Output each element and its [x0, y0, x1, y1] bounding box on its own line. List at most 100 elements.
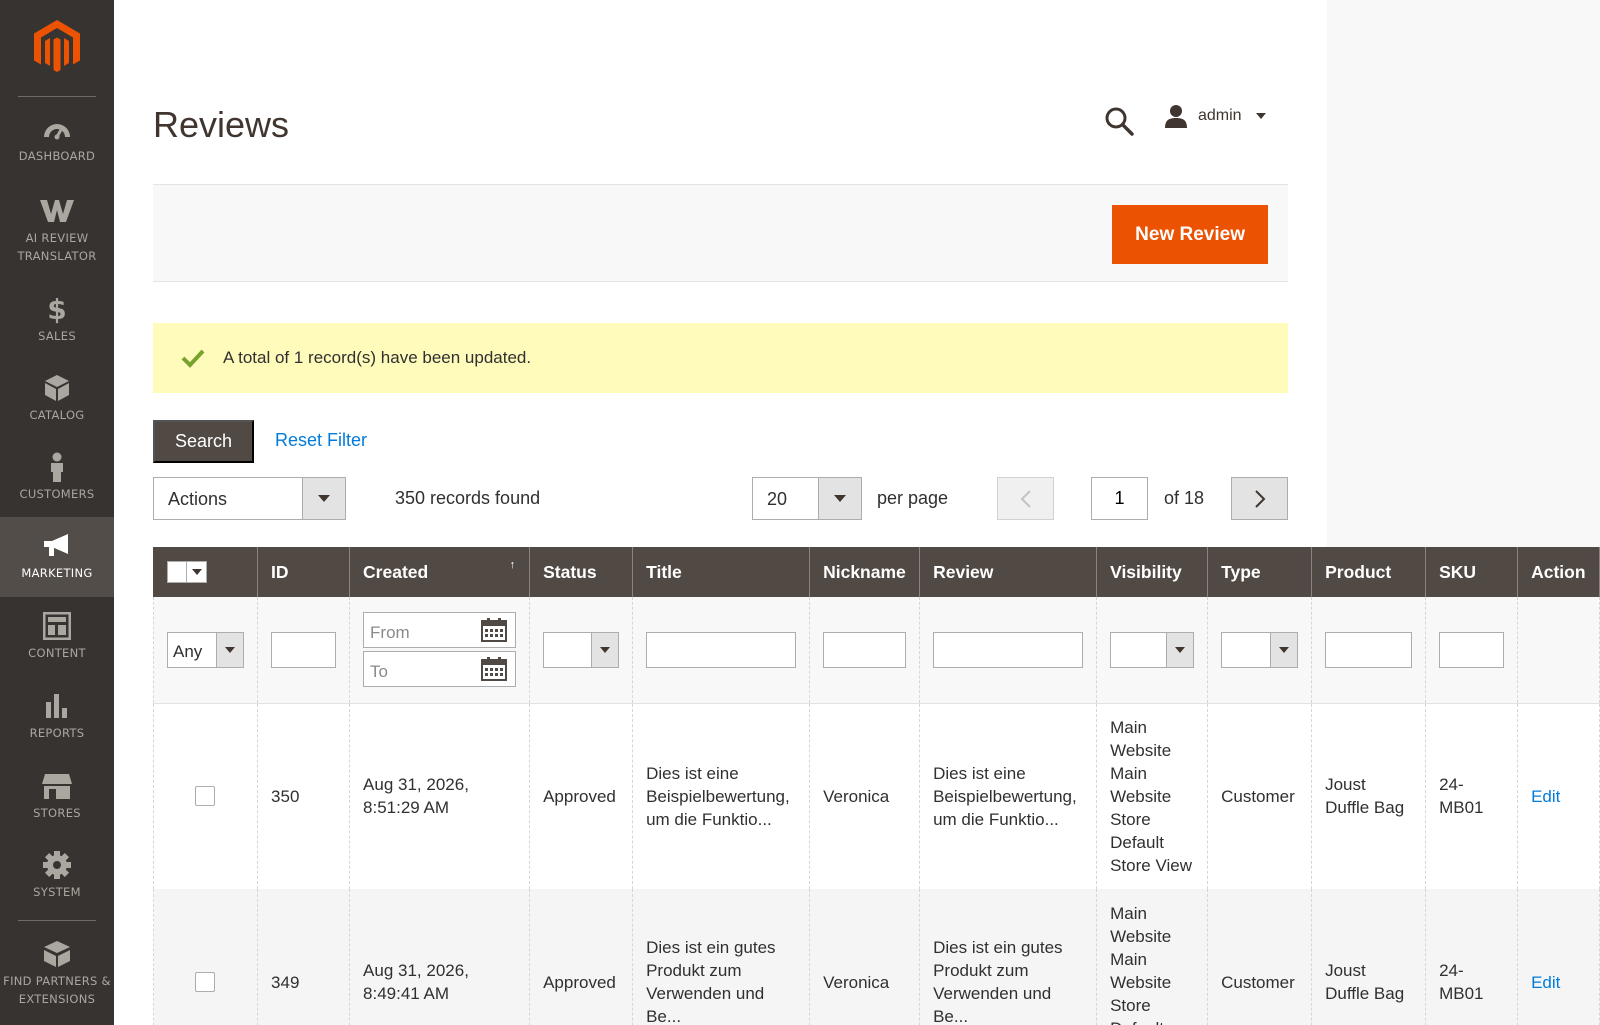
id-filter-input[interactable] [271, 631, 337, 668]
user-icon [1165, 105, 1187, 128]
nav-divider [18, 920, 96, 921]
cell-created: Aug 31, 2026, 8:51:29 AM [349, 703, 531, 889]
calendar-icon[interactable] [481, 618, 508, 643]
nav-marketing[interactable]: MARKETING [0, 517, 114, 597]
type-filter-select[interactable] [1221, 631, 1299, 668]
status-filter-select[interactable] [543, 631, 620, 668]
title-filter-input[interactable] [646, 631, 797, 668]
cell-visibility: Main Website Main Website Store Default … [1096, 703, 1209, 889]
calendar-icon[interactable] [481, 657, 508, 682]
product-filter-input[interactable] [1325, 631, 1413, 668]
layout-icon [43, 612, 71, 640]
chevron-down-icon [818, 478, 861, 519]
page-title: Reviews [153, 104, 290, 145]
cell-type: Customer [1207, 889, 1313, 1025]
nav-content[interactable]: CONTENT [0, 597, 114, 677]
column-header-visibility[interactable]: Visibility [1096, 547, 1209, 597]
review-filter-input[interactable] [933, 631, 1084, 668]
chevron-down-icon [216, 632, 243, 667]
sort-arrow-icon: ↑ [509, 559, 516, 571]
nickname-filter-input[interactable] [823, 631, 907, 668]
current-page-input[interactable] [1091, 477, 1148, 520]
cell-title: Dies ist ein gutes Produkt zum Verwenden… [632, 889, 811, 1025]
cell-visibility: Main Website Main Website Store Default … [1096, 889, 1209, 1025]
edit-link[interactable]: Edit [1517, 889, 1600, 1025]
chevron-down-icon [1270, 632, 1298, 667]
column-header-id[interactable]: ID [257, 547, 351, 597]
cell-title: Dies ist eine Beispielbewertung, um die … [632, 703, 811, 889]
nav-reports[interactable]: REPORTS [0, 677, 114, 757]
chevron-down-icon [302, 478, 345, 519]
chevron-down-icon [1166, 632, 1194, 667]
previous-page-button[interactable] [997, 477, 1054, 520]
megaphone-icon [42, 532, 72, 560]
reviews-grid: ID Created ↑ Status Title Nickname Review… [152, 547, 1600, 1025]
new-review-button[interactable]: New Review [1112, 205, 1268, 264]
nav-customers[interactable]: CUSTOMERS [0, 438, 114, 518]
mass-filter-value: Any [173, 641, 203, 661]
dollar-icon: $ [47, 292, 67, 326]
column-header-created[interactable]: Created ↑ [349, 547, 531, 597]
total-pages: of 18 [1164, 488, 1205, 508]
row-checkbox[interactable] [195, 972, 215, 992]
column-header-created-label: Created [363, 561, 429, 582]
created-from-input[interactable]: From [363, 612, 517, 649]
mass-actions-value: Actions [168, 489, 228, 509]
dashboard-icon [42, 115, 72, 143]
gear-icon [42, 851, 72, 879]
per-page-select[interactable]: 20 [752, 477, 862, 520]
checkmark-icon [181, 349, 205, 368]
edit-link[interactable]: Edit [1517, 703, 1600, 889]
grid-filter-row: Any From To [152, 597, 1600, 704]
cell-id: 350 [257, 703, 351, 889]
nav-ai-review-translator[interactable]: AI REVIEW TRANSLATOR [0, 187, 114, 275]
column-header-nickname[interactable]: Nickname [809, 547, 921, 597]
translator-w-icon [40, 197, 74, 225]
search-icon[interactable] [1104, 106, 1134, 136]
magento-logo[interactable] [0, 20, 114, 78]
reset-filter-link[interactable]: Reset Filter [275, 430, 367, 451]
table-row[interactable]: 349 Aug 31, 2026, 8:49:41 AM Approved Di… [152, 889, 1600, 1025]
grid-header-row: ID Created ↑ Status Title Nickname Review… [152, 547, 1600, 597]
column-header-review[interactable]: Review [919, 547, 1098, 597]
nav-sales[interactable]: $ SALES [0, 280, 114, 360]
nav-stores[interactable]: STORES [0, 757, 114, 837]
mass-select-dropdown[interactable] [167, 561, 207, 583]
mass-filter-select[interactable]: Any [167, 631, 244, 668]
mass-select-header [152, 547, 259, 597]
cell-sku: 24-MB01 [1425, 889, 1519, 1025]
column-header-status[interactable]: Status [529, 547, 634, 597]
column-header-sku[interactable]: SKU [1425, 547, 1519, 597]
cell-review: Dies ist ein gutes Produkt zum Verwenden… [919, 889, 1098, 1025]
column-header-type[interactable]: Type [1207, 547, 1313, 597]
column-header-product[interactable]: Product [1311, 547, 1427, 597]
mass-actions-select[interactable]: Actions [153, 477, 346, 520]
records-found-count: 350 records found [395, 488, 541, 508]
bar-chart-icon [44, 692, 70, 720]
admin-user-menu[interactable]: admin [1164, 104, 1266, 128]
page-actions-bar: New Review [153, 184, 1288, 282]
cell-created: Aug 31, 2026, 8:49:41 AM [349, 889, 531, 1025]
cell-type: Customer [1207, 703, 1313, 889]
blocks-icon [42, 940, 72, 968]
success-message: A total of 1 record(s) have been updated… [153, 323, 1288, 393]
created-to-input[interactable]: To [363, 651, 517, 688]
sku-filter-input[interactable] [1439, 631, 1505, 668]
nav-catalog[interactable]: CATALOG [0, 359, 114, 439]
search-button[interactable]: Search [153, 420, 255, 463]
table-row[interactable]: 350 Aug 31, 2026, 8:51:29 AM Approved Di… [152, 703, 1600, 889]
created-from-placeholder: From [370, 623, 410, 643]
chevron-down-icon [591, 632, 619, 667]
next-page-button[interactable] [1231, 477, 1288, 520]
cell-nickname: Veronica [809, 703, 921, 889]
message-text: A total of 1 record(s) have been updated… [223, 348, 532, 367]
row-checkbox[interactable] [195, 786, 215, 807]
chevron-right-icon [1254, 489, 1265, 508]
nav-dashboard[interactable]: DASHBOARD [0, 100, 114, 180]
box-icon [44, 374, 70, 402]
cell-nickname: Veronica [809, 889, 921, 1025]
nav-system[interactable]: SYSTEM [0, 836, 114, 916]
nav-find-partners[interactable]: FIND PARTNERS & EXTENSIONS [0, 928, 114, 1020]
column-header-title[interactable]: Title [632, 547, 811, 597]
visibility-filter-select[interactable] [1110, 631, 1195, 668]
